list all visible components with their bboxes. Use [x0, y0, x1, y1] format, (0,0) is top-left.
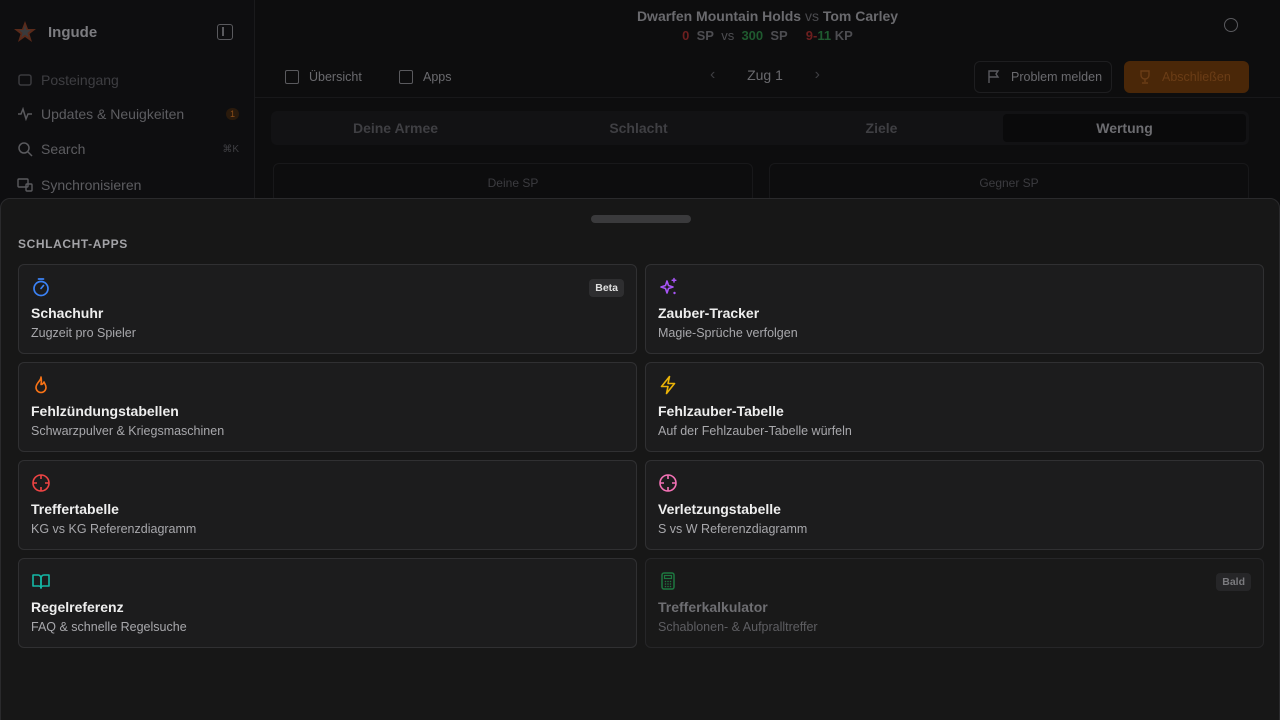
flag-icon — [988, 70, 1000, 83]
sidebar-collapse-icon[interactable] — [217, 24, 233, 40]
turn-label: Zug 1 — [747, 67, 783, 83]
app-title: Verletzungstabelle — [658, 501, 781, 517]
kp1-value: 9 — [805, 28, 814, 43]
sidebar-item-search[interactable]: Search ⌘K — [17, 139, 239, 159]
sidebar-item-label: Posteingang — [41, 72, 119, 88]
search-icon — [17, 141, 33, 157]
book-icon — [32, 574, 50, 589]
tab-objectives[interactable]: Ziele — [760, 114, 1003, 142]
calculator-icon — [661, 572, 675, 590]
beta-badge: Beta — [589, 279, 624, 297]
app-title: Regelreferenz — [31, 599, 124, 615]
apps-label: Apps — [423, 70, 452, 84]
vs-label: vs — [721, 28, 735, 43]
overview-button[interactable]: Übersicht — [285, 66, 362, 88]
app-card-spell-tracker[interactable]: Zauber-Tracker Magie-Sprüche verfolgen — [645, 264, 1264, 354]
coming-soon-badge: Bald — [1216, 573, 1251, 591]
flame-icon — [35, 376, 47, 394]
match-header: Dwarfen Mountain Holds vs Tom Carley 0 S… — [255, 0, 1280, 52]
app-card-hit-table[interactable]: Treffertabelle KG vs KG Referenzdiagramm — [18, 460, 637, 550]
battle-apps-sheet: SCHLACHT-APPS Beta Schachuhr Zugzeit pro… — [0, 198, 1280, 720]
sheet-title: SCHLACHT-APPS — [18, 237, 128, 251]
app-subtitle: Magie-Sprüche verfolgen — [658, 326, 798, 340]
lightning-icon — [660, 375, 676, 395]
notification-badge: 1 — [225, 108, 239, 120]
overview-label: Übersicht — [309, 70, 362, 84]
chevron-right-icon[interactable]: › — [815, 66, 820, 84]
app-title: Fehlzündungstabellen — [31, 403, 179, 419]
theme-toggle-sun-icon[interactable] — [1224, 18, 1238, 32]
report-label: Problem melden — [1011, 70, 1103, 84]
sidebar-item-updates[interactable]: Updates & Neuigkeiten 1 — [17, 104, 239, 124]
brand[interactable]: Ingude — [12, 20, 97, 44]
sidebar-item-label: Search — [41, 141, 86, 157]
sidebar-item-sync[interactable]: Synchronisieren — [17, 175, 239, 195]
crosshair-icon — [32, 474, 50, 492]
app-subtitle: S vs W Referenzdiagramm — [658, 522, 808, 536]
app-subtitle: Schablonen- & Aufpralltreffer — [658, 620, 818, 634]
map-icon — [285, 70, 299, 84]
app-title: Treffertabelle — [31, 501, 119, 517]
app-subtitle: Auf der Fehlzauber-Tabelle würfeln — [658, 424, 852, 438]
brand-name: Ingude — [48, 23, 98, 41]
app-card-wound-table[interactable]: Verletzungstabelle S vs W Referenzdiagra… — [645, 460, 1264, 550]
apps-grid: Beta Schachuhr Zugzeit pro Spieler Zaube… — [18, 264, 1264, 648]
main-tabs: Deine Armee Schlacht Ziele Wertung — [271, 111, 1249, 145]
brand-logo-icon — [14, 21, 36, 42]
opponent-score-card: Gegner SP — [769, 163, 1249, 203]
app-title: Schachuhr — [31, 305, 104, 321]
player1-name: Dwarfen Mountain Holds — [636, 8, 802, 24]
grid-icon — [399, 70, 413, 84]
sp-label: SP — [696, 28, 714, 43]
turn-navigator: ‹ Zug 1 › — [710, 66, 820, 84]
apps-button[interactable]: Apps — [399, 66, 452, 88]
app-card-misfire-tables[interactable]: Fehlzündungstabellen Schwarzpulver & Kri… — [18, 362, 637, 452]
finish-button[interactable]: Abschließen — [1124, 61, 1249, 93]
app-subtitle: FAQ & schnelle Regelsuche — [31, 620, 187, 634]
app-title: Fehlzauber-Tabelle — [658, 403, 784, 419]
player2-name: Tom Carley — [822, 8, 899, 24]
tab-battle[interactable]: Schlacht — [517, 114, 760, 142]
match-title: Dwarfen Mountain Holds vs Tom Carley — [255, 8, 1280, 24]
sheet-drag-handle[interactable] — [591, 215, 691, 223]
app-title: Trefferkalkulator — [658, 599, 768, 615]
sidebar-item-label: Synchronisieren — [41, 177, 142, 193]
app-card-rules-reference[interactable]: Regelreferenz FAQ & schnelle Regelsuche — [18, 558, 637, 648]
sidebar-item-label: Updates & Neuigkeiten — [41, 106, 185, 122]
sidebar-item-inbox[interactable]: Posteingang — [17, 70, 239, 90]
app-title: Zauber-Tracker — [658, 305, 760, 321]
crosshair-icon — [659, 474, 677, 492]
sparkles-icon — [660, 277, 677, 295]
tab-scoring[interactable]: Wertung — [1003, 114, 1246, 142]
score-line: 0 SP vs 300 SP 9-11 KP — [255, 28, 1280, 43]
toolbar: Übersicht Apps ‹ Zug 1 › Problem melden … — [255, 56, 1280, 98]
report-problem-button[interactable]: Problem melden — [974, 61, 1112, 93]
app-card-miscast-table[interactable]: Fehlzauber-Tabelle Auf der Fehlzauber-Ta… — [645, 362, 1264, 452]
sp-label: SP — [770, 28, 788, 43]
my-score-card: Deine SP — [273, 163, 753, 203]
kp2-value: 11 — [817, 28, 832, 43]
app-card-hit-calculator: Bald Trefferkalkulator Schablonen- & Auf… — [645, 558, 1264, 648]
tab-army[interactable]: Deine Armee — [274, 114, 517, 142]
sync-icon — [17, 177, 33, 193]
inbox-icon — [17, 72, 33, 88]
shortcut-hint: ⌘K — [222, 143, 239, 155]
trophy-icon — [1140, 70, 1150, 84]
activity-icon — [17, 106, 33, 122]
app-subtitle: Zugzeit pro Spieler — [31, 326, 136, 340]
vs-label: vs — [804, 8, 819, 24]
chevron-left-icon[interactable]: ‹ — [710, 66, 715, 84]
app-subtitle: Schwarzpulver & Kriegsmaschinen — [31, 424, 225, 438]
player1-score: 0 — [682, 28, 690, 43]
stopwatch-icon — [33, 278, 49, 297]
app-card-chess-clock[interactable]: Beta Schachuhr Zugzeit pro Spieler — [18, 264, 637, 354]
kp-label: KP — [834, 28, 853, 43]
app-subtitle: KG vs KG Referenzdiagramm — [31, 522, 197, 536]
player2-score: 300 — [741, 28, 764, 43]
finish-label: Abschließen — [1162, 70, 1231, 84]
